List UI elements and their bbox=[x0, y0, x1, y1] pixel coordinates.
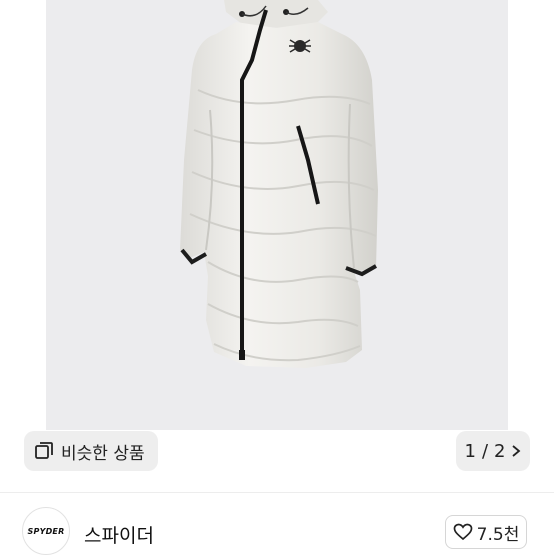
image-viewer[interactable]: 비슷한 상품 1 / 2 bbox=[0, 0, 554, 490]
seller-avatar[interactable]: SPYDER bbox=[22, 507, 70, 555]
page-separator: / bbox=[481, 440, 489, 462]
like-count: 7.5천 bbox=[476, 524, 520, 545]
similar-products-label: 비슷한 상품 bbox=[61, 443, 145, 464]
gallery-icon bbox=[35, 442, 53, 459]
page-current: 1 bbox=[464, 440, 476, 462]
heart-icon bbox=[453, 523, 473, 541]
image-page-counter[interactable]: 1 / 2 bbox=[456, 431, 530, 471]
chevron-right-icon bbox=[512, 445, 521, 457]
seller-logo-text: SPYDER bbox=[27, 526, 65, 536]
seller-name[interactable]: 스파이더 bbox=[84, 521, 154, 548]
similar-products-button[interactable]: 비슷한 상품 bbox=[24, 431, 158, 471]
like-button[interactable]: 7.5천 bbox=[445, 515, 527, 549]
page-total: 2 bbox=[494, 440, 506, 462]
seller-row[interactable]: SPYDER 스파이더 7.5천 bbox=[0, 493, 554, 555]
product-image[interactable] bbox=[46, 0, 508, 430]
